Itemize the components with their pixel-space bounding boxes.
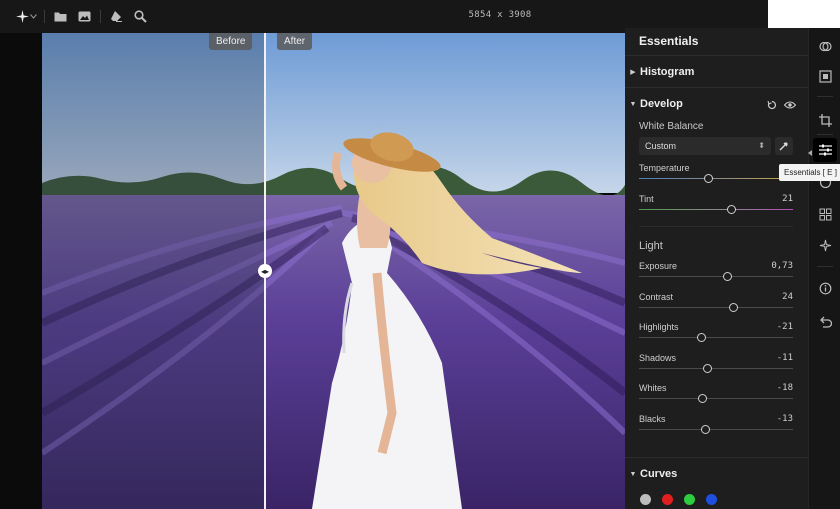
shadows-label: Shadows [639, 352, 677, 363]
exposure-label: Exposure [639, 261, 678, 271]
image-icon[interactable] [76, 8, 92, 24]
tint-track[interactable] [639, 209, 793, 210]
develop-label: Develop [640, 98, 683, 110]
highlights-label: Highlights [639, 322, 679, 333]
contrast-thumb[interactable] [728, 302, 738, 312]
panel-divider [625, 457, 808, 458]
contrast-slider[interactable]: Contrast 24 [639, 292, 793, 318]
exposure-thumb[interactable] [722, 272, 732, 281]
image-canvas[interactable]: ◂▸ Before After [0, 33, 625, 509]
essentials-tooltip: Essentials [ E ] [779, 164, 840, 181]
image-dimensions: 5854 x 3908 [468, 10, 532, 20]
tint-label: Tint [639, 194, 654, 204]
photo [42, 33, 625, 509]
grid-icon[interactable] [817, 206, 833, 222]
temperature-track[interactable] [639, 178, 793, 179]
highlights-value: -21 [776, 322, 793, 333]
blacks-value: -13 [776, 414, 793, 424]
whites-label: Whites [639, 383, 667, 394]
tint-slider[interactable]: Tint 21 [639, 194, 793, 220]
highlights-track[interactable] [639, 337, 793, 339]
essentials-panel: Essentials ▶ Histogram ▼ Develop White B… [625, 28, 808, 509]
blacks-label: Blacks [639, 414, 666, 424]
tool-rail [808, 28, 840, 509]
curve-channel-red[interactable] [662, 494, 673, 505]
histogram-section[interactable]: ▶ Histogram [625, 63, 808, 81]
sliders-icon[interactable] [813, 138, 837, 162]
shadows-thumb[interactable] [702, 363, 712, 373]
whites-thumb[interactable] [698, 394, 708, 404]
rail-divider [817, 134, 833, 135]
tooltip-pointer [808, 150, 812, 156]
ai-sparkle-icon[interactable] [817, 237, 833, 253]
contrast-track[interactable] [639, 306, 793, 308]
exposure-slider[interactable]: Exposure 0,73 [639, 261, 793, 287]
after-label: After [277, 33, 313, 50]
crop-icon[interactable] [817, 112, 833, 128]
panel-divider [625, 87, 808, 88]
rail-divider [817, 266, 833, 267]
eyedropper-icon [779, 142, 788, 151]
window-corner [768, 0, 840, 28]
highlights-thumb[interactable] [696, 333, 706, 343]
curve-channel-blue[interactable] [706, 494, 717, 505]
curves-section[interactable]: ▼ Curves [625, 465, 808, 483]
panel-title: Essentials [639, 34, 699, 48]
shadows-track[interactable] [639, 367, 793, 369]
temperature-slider[interactable]: Temperature [639, 163, 793, 189]
shadows-value: -11 [776, 352, 793, 363]
blacks-thumb[interactable] [701, 425, 711, 434]
zoom-icon[interactable] [132, 8, 148, 24]
white-balance-label: White Balance [639, 121, 704, 132]
white-balance-select[interactable]: Custom ⬍ [639, 137, 771, 155]
temperature-label: Temperature [639, 163, 690, 173]
white-balance-value: Custom [645, 141, 677, 151]
select-arrows-icon: ⬍ [758, 141, 765, 150]
info-icon[interactable] [817, 280, 833, 296]
histogram-label: Histogram [640, 66, 695, 78]
layers-icon[interactable] [817, 38, 833, 54]
undo-icon[interactable] [817, 314, 833, 330]
exposure-track[interactable] [639, 276, 793, 277]
eyedropper-button[interactable] [775, 137, 793, 155]
highlights-slider[interactable]: Highlights -21 [639, 322, 793, 348]
toolbar-divider [44, 10, 45, 23]
rail-divider [817, 96, 833, 97]
exposure-value: 0,73 [771, 261, 793, 271]
folder-icon[interactable] [52, 8, 68, 24]
whites-value: -18 [776, 383, 793, 394]
caret-down-icon: ▼ [629, 470, 637, 478]
blacks-slider[interactable]: Blacks -13 [639, 414, 793, 440]
panel-divider [639, 226, 793, 227]
eraser-icon[interactable] [108, 8, 124, 24]
light-label: Light [639, 240, 663, 252]
temperature-thumb[interactable] [704, 174, 714, 183]
shadows-slider[interactable]: Shadows -11 [639, 353, 793, 379]
curves-label: Curves [640, 468, 678, 480]
before-overlay [42, 33, 265, 509]
before-label: Before [209, 33, 253, 50]
blacks-track[interactable] [639, 429, 793, 430]
panel-divider [625, 55, 808, 56]
caret-right-icon: ▶ [630, 69, 636, 76]
reset-icon[interactable] [767, 97, 777, 115]
curve-channel-luminance[interactable] [640, 494, 651, 505]
tint-thumb[interactable] [727, 205, 737, 214]
develop-section[interactable]: ▼ Develop [625, 95, 808, 113]
chevron-down-icon[interactable] [28, 8, 38, 24]
frame-icon[interactable] [817, 68, 833, 84]
caret-down-icon: ▼ [629, 100, 637, 108]
tint-value: 21 [782, 194, 793, 204]
contrast-label: Contrast [639, 291, 674, 302]
whites-track[interactable] [639, 398, 793, 400]
toolbar-divider [100, 10, 101, 23]
eye-icon[interactable] [783, 97, 797, 115]
contrast-value: 24 [782, 291, 793, 302]
compare-handle[interactable]: ◂▸ [258, 264, 272, 278]
curve-channel-green[interactable] [684, 494, 695, 505]
whites-slider[interactable]: Whites -18 [639, 383, 793, 409]
